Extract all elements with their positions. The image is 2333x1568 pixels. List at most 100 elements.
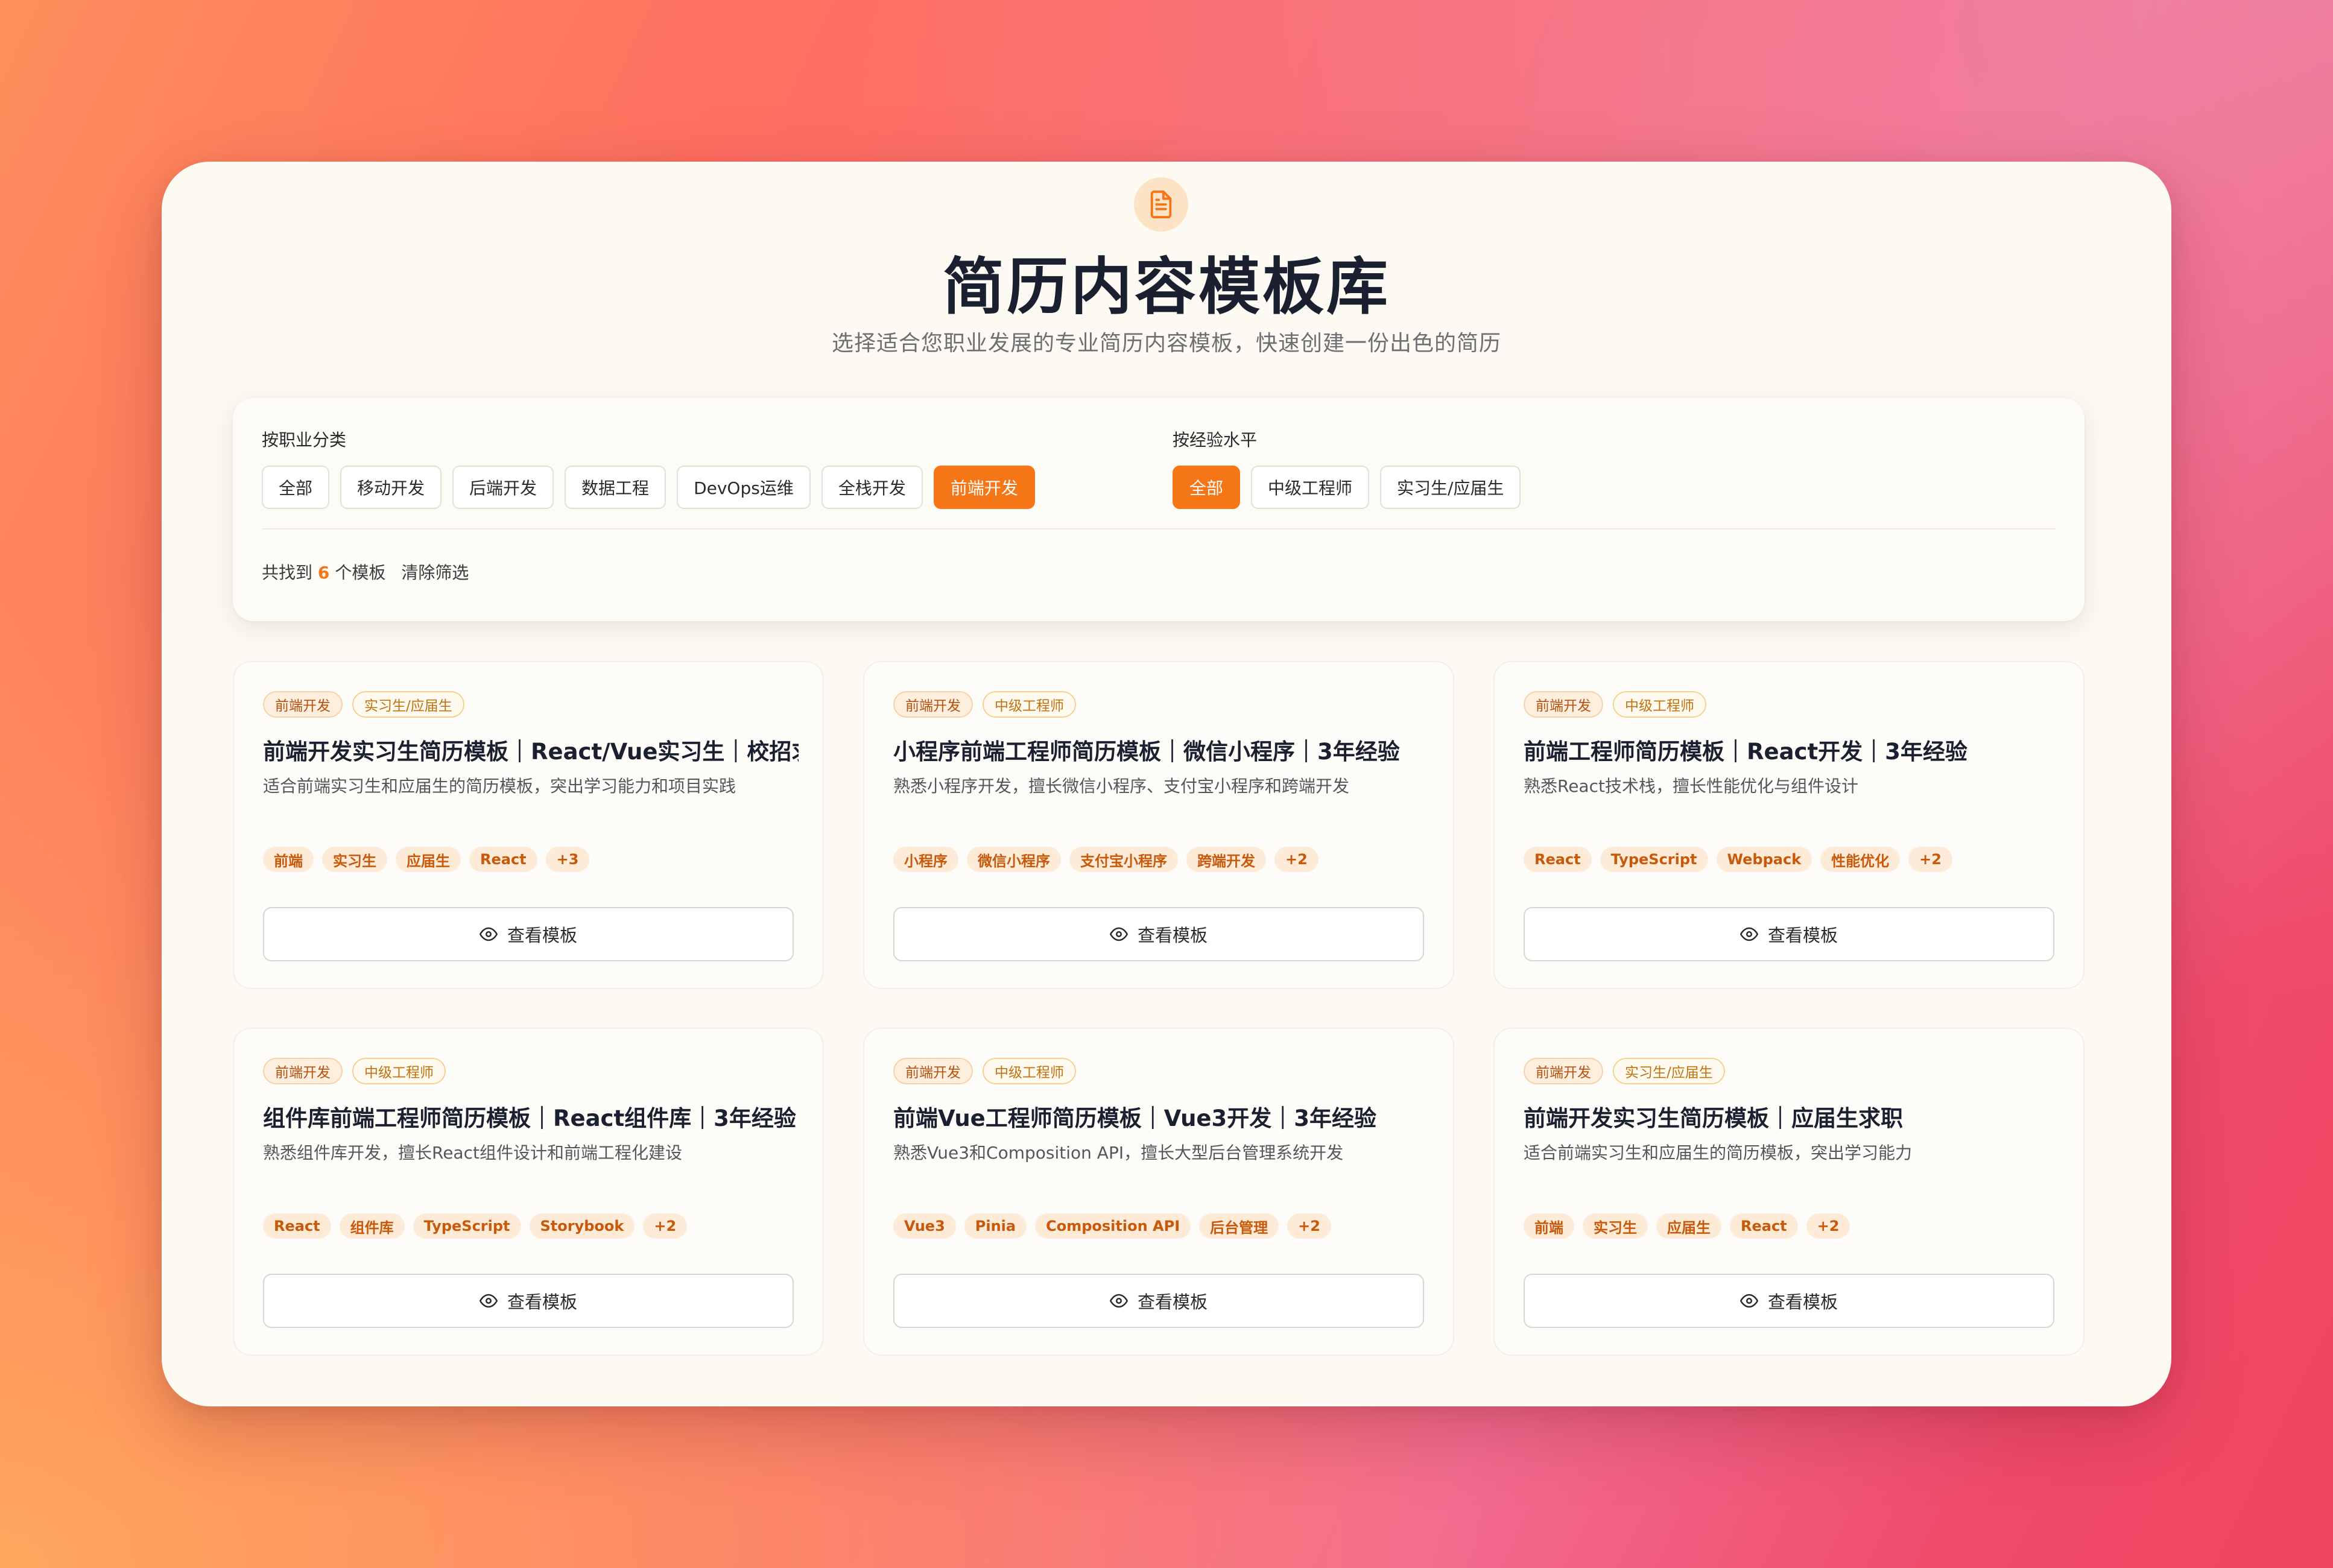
tag: React	[469, 847, 537, 872]
level-badge: 中级工程师	[983, 1058, 1076, 1084]
tag: 支付宝小程序	[1069, 847, 1178, 872]
more-tags: +2	[1806, 1213, 1850, 1239]
filter-panel: 按职业分类 全部 移动开发 后端开发 数据工程 DevOps运维 全栈开发 前端…	[233, 398, 2085, 621]
card-description: 熟悉组件库开发，擅长React组件设计和前端工程化建设	[263, 1143, 682, 1163]
view-template-button[interactable]: 查看模板	[263, 907, 794, 961]
eye-icon	[1109, 1294, 1128, 1308]
category-badge: 前端开发	[893, 691, 973, 718]
card-title: 前端工程师简历模板｜React开发｜3年经验	[1524, 739, 1967, 765]
experience-filter-all[interactable]: 全部	[1173, 466, 1241, 509]
tag: 组件库	[339, 1213, 405, 1239]
tag: 应届生	[1656, 1213, 1721, 1239]
career-filter-backend[interactable]: 后端开发	[452, 466, 554, 509]
tag: Pinia	[964, 1213, 1027, 1239]
tag: Vue3	[893, 1213, 956, 1239]
card-title: 前端开发实习生简历模板｜应届生求职	[1524, 1105, 1903, 1131]
card-tags: Vue3 Pinia Composition API 后台管理 +2	[893, 1213, 1331, 1239]
tag: 应届生	[396, 847, 461, 872]
view-template-button[interactable]: 查看模板	[1524, 907, 2054, 961]
view-template-label: 查看模板	[1137, 1292, 1208, 1312]
results-suffix: 个模板	[335, 563, 386, 583]
level-badge: 中级工程师	[983, 691, 1076, 718]
template-card[interactable]: 前端开发 中级工程师 前端Vue工程师简历模板｜Vue3开发｜3年经验 熟悉Vu…	[863, 1028, 1454, 1356]
card-badges: 前端开发 中级工程师	[263, 1058, 446, 1084]
card-description: 适合前端实习生和应届生的简历模板，突出学习能力和项目实践	[263, 776, 736, 796]
template-card[interactable]: 前端开发 中级工程师 前端工程师简历模板｜React开发｜3年经验 熟悉Reac…	[1493, 661, 2085, 989]
more-tags: +2	[643, 1213, 688, 1239]
page-subtitle: 选择适合您职业发展的专业简历内容模板，快速创建一份出色的简历	[831, 331, 1501, 356]
view-template-button[interactable]: 查看模板	[893, 1274, 1424, 1328]
card-description: 熟悉Vue3和Composition API，擅长大型后台管理系统开发	[893, 1143, 1344, 1163]
career-filter-data[interactable]: 数据工程	[565, 466, 666, 509]
career-filter-mobile[interactable]: 移动开发	[340, 466, 442, 509]
tag: 性能优化	[1820, 847, 1901, 872]
card-description: 熟悉React技术栈，擅长性能优化与组件设计	[1524, 776, 1858, 796]
level-badge: 中级工程师	[1613, 691, 1706, 718]
template-card[interactable]: 前端开发 实习生/应届生 前端开发实习生简历模板｜应届生求职 适合前端实习生和应…	[1493, 1028, 2085, 1356]
tag: React	[1730, 1213, 1798, 1239]
tag: 后台管理	[1199, 1213, 1279, 1239]
card-title: 前端Vue工程师简历模板｜Vue3开发｜3年经验	[893, 1105, 1376, 1131]
view-template-button[interactable]: 查看模板	[263, 1274, 794, 1328]
card-tags: 前端 实习生 应届生 React +2	[1524, 1213, 1850, 1239]
template-library-window: 简历内容模板库 选择适合您职业发展的专业简历内容模板，快速创建一份出色的简历 按…	[162, 162, 2171, 1406]
career-filter-label: 按职业分类	[262, 430, 347, 450]
results-summary: 共找到 6 个模板 清除筛选	[262, 560, 469, 584]
view-template-label: 查看模板	[507, 1292, 577, 1312]
career-filter-frontend[interactable]: 前端开发	[933, 466, 1035, 509]
template-card[interactable]: 前端开发 实习生/应届生 前端开发实习生简历模板｜React/Vue实习生｜校招…	[233, 661, 824, 989]
eye-icon	[1109, 927, 1128, 941]
tag: 实习生	[1583, 1213, 1648, 1239]
document-icon	[1134, 177, 1188, 232]
card-title: 小程序前端工程师简历模板｜微信小程序｜3年经验	[893, 739, 1400, 765]
category-badge: 前端开发	[263, 1058, 343, 1084]
tag: 小程序	[893, 847, 958, 872]
tag: Webpack	[1716, 847, 1812, 872]
view-template-button[interactable]: 查看模板	[893, 907, 1424, 961]
tag: React	[1524, 847, 1592, 872]
results-count: 6	[317, 563, 330, 583]
card-tags: React 组件库 TypeScript Storybook +2	[263, 1213, 688, 1239]
card-title: 前端开发实习生简历模板｜React/Vue实习生｜校招求职	[263, 739, 799, 765]
view-template-label: 查看模板	[1767, 1292, 1838, 1312]
tag: 跨端开发	[1186, 847, 1266, 872]
tag: TypeScript	[413, 1213, 521, 1239]
card-title: 组件库前端工程师简历模板｜React组件库｜3年经验	[263, 1105, 796, 1131]
template-card[interactable]: 前端开发 中级工程师 组件库前端工程师简历模板｜React组件库｜3年经验 熟悉…	[233, 1028, 824, 1356]
experience-filter-intern[interactable]: 实习生/应届生	[1380, 466, 1521, 509]
card-description: 熟悉小程序开发，擅长微信小程序、支付宝小程序和跨端开发	[893, 776, 1350, 796]
level-badge: 实习生/应届生	[1613, 1058, 1725, 1084]
level-badge: 中级工程师	[352, 1058, 446, 1084]
career-filter-devops[interactable]: DevOps运维	[677, 466, 811, 509]
experience-filter-mid[interactable]: 中级工程师	[1251, 466, 1370, 509]
tag: TypeScript	[1600, 847, 1708, 872]
results-text: 共找到 6 个模板	[262, 560, 385, 584]
experience-filter-group: 全部 中级工程师 实习生/应届生	[1173, 466, 1521, 509]
tag: 前端	[263, 847, 314, 872]
eye-icon	[479, 1294, 498, 1308]
career-filter-fullstack[interactable]: 全栈开发	[821, 466, 923, 509]
more-tags: +3	[545, 847, 590, 872]
clear-filters-link[interactable]: 清除筛选	[401, 560, 469, 584]
career-filter-group: 全部 移动开发 后端开发 数据工程 DevOps运维 全栈开发 前端开发	[262, 466, 1035, 509]
card-tags: 小程序 微信小程序 支付宝小程序 跨端开发 +2	[893, 847, 1318, 872]
view-template-button[interactable]: 查看模板	[1524, 1274, 2054, 1328]
level-badge: 实习生/应届生	[352, 691, 464, 718]
more-tags: +2	[1274, 847, 1318, 872]
page-title: 简历内容模板库	[943, 251, 1390, 323]
category-badge: 前端开发	[1524, 691, 1603, 718]
tag: React	[263, 1213, 331, 1239]
category-badge: 前端开发	[1524, 1058, 1603, 1084]
results-prefix: 共找到	[262, 563, 313, 583]
template-card[interactable]: 前端开发 中级工程师 小程序前端工程师简历模板｜微信小程序｜3年经验 熟悉小程序…	[863, 661, 1454, 989]
experience-filter-label: 按经验水平	[1173, 430, 1258, 450]
card-tags: 前端 实习生 应届生 React +3	[263, 847, 590, 872]
view-template-label: 查看模板	[1767, 925, 1838, 946]
eye-icon	[1739, 927, 1758, 941]
filter-divider	[262, 528, 2056, 530]
eye-icon	[1739, 1294, 1758, 1308]
tag: Composition API	[1035, 1213, 1191, 1239]
career-filter-all[interactable]: 全部	[262, 466, 330, 509]
card-badges: 前端开发 中级工程师	[893, 1058, 1076, 1084]
more-tags: +2	[1287, 1213, 1331, 1239]
